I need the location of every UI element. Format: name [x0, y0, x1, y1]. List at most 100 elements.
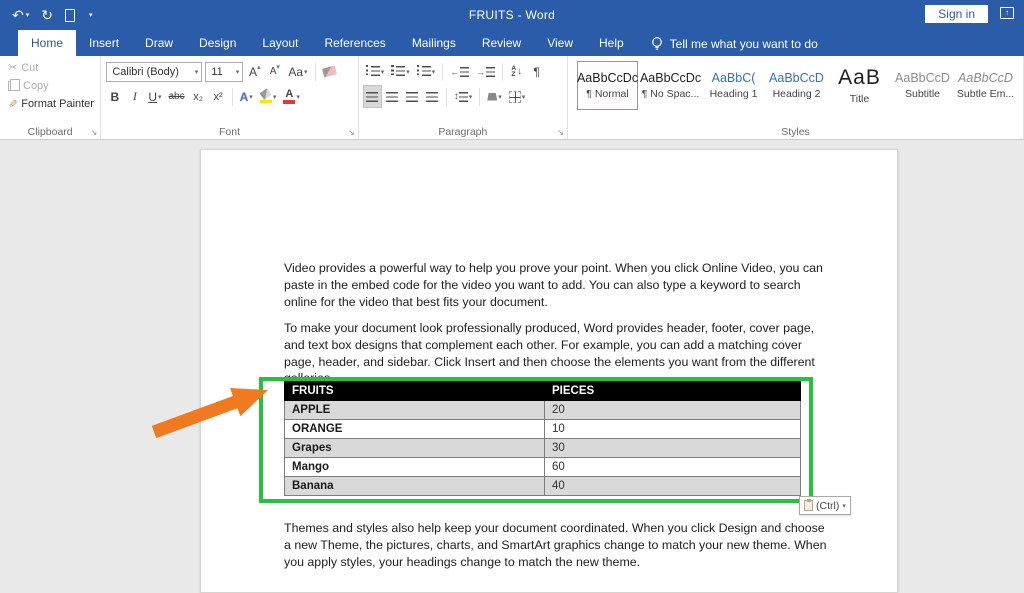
underline-button[interactable]: U ▾	[146, 86, 163, 107]
tab-mailings[interactable]: Mailings	[399, 30, 469, 56]
line-spacing-button[interactable]: ↕ ▾	[452, 86, 475, 107]
tab-help[interactable]: Help	[586, 30, 637, 56]
tab-references[interactable]: References	[311, 30, 398, 56]
font-name-value: Calibri (Body)	[112, 65, 179, 78]
decrease-indent-button[interactable]: ←	[448, 61, 471, 82]
italic-button[interactable]: I	[126, 86, 143, 107]
annotation-highlight-box	[259, 377, 813, 503]
grow-font-button[interactable]: A ▴	[246, 61, 263, 82]
change-case-button[interactable]: Aa ▾	[286, 61, 309, 82]
numbering-button[interactable]: ▾	[389, 61, 412, 82]
grow-font-icon: A	[249, 64, 258, 79]
subscript-button[interactable]: x₂	[190, 86, 207, 107]
shrink-font-icon: A	[269, 66, 277, 77]
justify-button[interactable]	[424, 86, 441, 107]
cut-label: Cut	[21, 61, 39, 74]
style-subtitle[interactable]: AaBbCcD Subtitle	[892, 61, 953, 110]
align-center-button[interactable]	[384, 86, 401, 107]
sort-button[interactable]: A Z ↓	[508, 61, 525, 82]
show-formatting-button[interactable]: ¶	[528, 61, 545, 82]
clear-formatting-button[interactable]	[321, 61, 338, 82]
window-title: FRUITS - Word	[468, 8, 556, 22]
tab-review[interactable]: Review	[469, 30, 534, 56]
align-center-icon	[386, 91, 399, 102]
ribbon-display-options-icon[interactable]: ↑	[1000, 7, 1014, 19]
styles-group-label: Styles	[781, 126, 810, 138]
style-preview: AaBbCcD	[895, 71, 950, 85]
style-name: Heading 1	[709, 88, 758, 100]
superscript-button[interactable]: x²	[210, 86, 227, 107]
cut-button[interactable]: ✂ Cut	[5, 59, 95, 76]
style-name: ¶ Normal	[586, 88, 629, 100]
shrink-font-button[interactable]: A ▾	[266, 61, 283, 82]
paste-options-button[interactable]: (Ctrl) ▾	[799, 496, 851, 515]
tell-me-label: Tell me what you want to do	[669, 37, 818, 51]
style-heading2[interactable]: AaBbCcD Heading 2	[766, 61, 827, 110]
font-name-select[interactable]: Calibri (Body) ▾	[106, 61, 203, 82]
annotation-arrow	[151, 388, 268, 439]
style-no-spacing[interactable]: AaBbCcDc ¶ No Spac...	[640, 61, 701, 110]
increase-indent-button[interactable]: →	[474, 61, 497, 82]
numbering-icon	[391, 64, 406, 79]
multilevel-list-button[interactable]: ▾	[415, 61, 438, 82]
ribbon: ✂ Cut Copy ✎ Format Painter Clipboard ↘ …	[0, 56, 1024, 140]
document-page[interactable]: Video provides a powerful way to help yo…	[200, 149, 898, 593]
format-painter-label: Format Painter	[21, 97, 94, 110]
style-preview: AaBbC(	[711, 71, 756, 85]
change-case-icon: Aa	[288, 64, 303, 79]
justify-icon	[426, 91, 439, 102]
tab-view[interactable]: View	[534, 30, 586, 56]
tell-me-box[interactable]: Tell me what you want to do	[651, 30, 818, 56]
style-name: Heading 2	[772, 88, 821, 100]
title-bar: ↶ ▾ ↻ ▾ FRUITS - Word Sign in ↑	[0, 0, 1024, 30]
tab-design[interactable]: Design	[186, 30, 249, 56]
format-painter-button[interactable]: ✎ Format Painter	[5, 95, 95, 112]
bold-button[interactable]: B	[106, 86, 123, 107]
shading-button[interactable]: ▾	[485, 86, 504, 107]
text-highlight-button[interactable]: ▾	[258, 86, 279, 107]
bullets-button[interactable]: ▾	[364, 61, 387, 82]
style-preview: AaB	[838, 66, 881, 89]
tab-layout[interactable]: Layout	[249, 30, 311, 56]
style-preview: AaBbCcD	[958, 71, 1013, 85]
tab-insert[interactable]: Insert	[76, 30, 132, 56]
document-canvas: Video provides a powerful way to help yo…	[0, 140, 1024, 593]
borders-button[interactable]: ▾	[507, 86, 528, 107]
clipboard-dialog-launcher[interactable]: ↘	[91, 128, 98, 137]
borders-icon	[508, 90, 521, 103]
clipboard-group: ✂ Cut Copy ✎ Format Painter Clipboard ↘	[0, 56, 102, 139]
paint-bucket-icon	[487, 92, 498, 101]
font-size-select[interactable]: 11 ▾	[205, 61, 244, 82]
copy-icon	[8, 78, 20, 91]
style-normal[interactable]: AaBbCcDc ¶ Normal	[577, 61, 638, 110]
copy-label: Copy	[23, 79, 49, 92]
eraser-icon	[321, 65, 337, 78]
tab-draw[interactable]: Draw	[132, 30, 186, 56]
bullets-icon	[365, 64, 380, 79]
sign-in-button[interactable]: Sign in	[925, 5, 988, 23]
align-right-button[interactable]	[404, 86, 421, 107]
text-effects-button[interactable]: A ▾	[238, 86, 255, 107]
strikethrough-button[interactable]: abc	[167, 86, 187, 107]
ribbon-tab-bar: Home Insert Draw Design Layout Reference…	[0, 30, 1024, 56]
scissors-icon: ✂	[8, 62, 18, 74]
style-name: ¶ No Spac...	[641, 88, 700, 100]
style-heading1[interactable]: AaBbC( Heading 1	[703, 61, 764, 110]
tab-home[interactable]: Home	[18, 30, 77, 56]
paragraph-group-label: Paragraph	[438, 126, 488, 138]
align-right-icon	[406, 91, 419, 102]
align-left-button[interactable]	[362, 85, 382, 108]
word-window: ↶ ▾ ↻ ▾ FRUITS - Word Sign in ↑ Home Inse…	[0, 0, 1024, 593]
font-size-value: 11	[211, 65, 223, 78]
font-color-button[interactable]: A ▾	[281, 86, 302, 107]
style-subtle-emphasis[interactable]: AaBbCcD Subtle Em...	[955, 61, 1016, 110]
chevron-down-icon: ▾	[842, 502, 846, 510]
copy-button[interactable]: Copy	[5, 77, 95, 94]
style-preview: AaBbCcD	[769, 71, 824, 85]
align-left-icon	[366, 91, 379, 102]
paragraph-dialog-launcher[interactable]: ↘	[557, 128, 564, 137]
text-effects-icon: A	[239, 89, 249, 104]
font-dialog-launcher[interactable]: ↘	[348, 128, 355, 137]
style-title[interactable]: AaB Title	[829, 61, 890, 110]
decrease-indent-icon: ←	[450, 66, 460, 77]
